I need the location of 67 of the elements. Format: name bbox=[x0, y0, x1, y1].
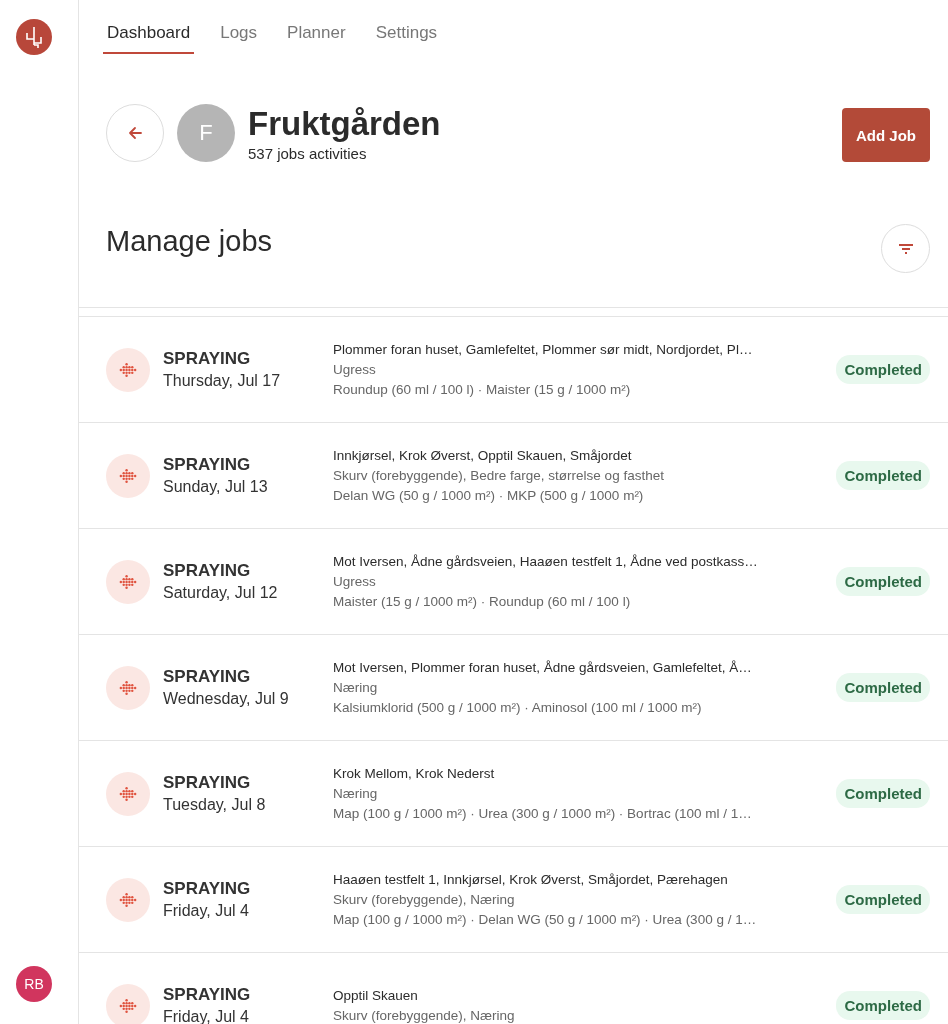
status-badge: Completed bbox=[836, 567, 930, 596]
job-date: Sunday, Jul 13 bbox=[163, 478, 269, 496]
job-date: Friday, Jul 4 bbox=[163, 902, 250, 920]
job-type: SPRAYING bbox=[163, 561, 252, 581]
status-badge: Completed bbox=[836, 355, 930, 384]
spraying-icon bbox=[106, 877, 150, 922]
status-badge: Completed bbox=[836, 885, 930, 914]
job-targets: Skurv (forebyggende), Næring bbox=[333, 890, 516, 909]
job-type: SPRAYING bbox=[163, 667, 252, 687]
nav-tab[interactable]: Dashboard bbox=[103, 20, 195, 54]
back-arrow-icon bbox=[127, 125, 143, 141]
job-type: SPRAYING bbox=[163, 773, 252, 793]
section-title: Manage jobs bbox=[106, 225, 273, 258]
spraying-icon bbox=[106, 983, 150, 1024]
job-row[interactable]: SPRAYING Tuesday, Jul 8 Krok Mellom, Krok Nederst Næring Map (100 g / 1000 m²) · Urea (300 g / 1000 m²) · Bortrac (100 ml / 1… Completed bbox=[79, 741, 948, 847]
job-targets: Skurv (forebyggende), Næring bbox=[333, 1006, 516, 1024]
nav-tab[interactable]: Planner bbox=[283, 20, 350, 54]
user-avatar[interactable]: RB bbox=[16, 966, 52, 1002]
job-fields: Krok Mellom, Krok Nederst bbox=[333, 763, 827, 784]
spraying-icon bbox=[106, 347, 150, 392]
filter-button[interactable] bbox=[881, 224, 930, 273]
job-row[interactable]: SPRAYING Saturday, Jul 12 Mot Iversen, Ådne gårdsveien, Haaøen testfelt 1, Ådne ved postkass… Ugress Maister (15 g / 1000 m²) · Roundup (60 ml / 100 l) Completed bbox=[79, 529, 948, 635]
nav-tab[interactable]: Logs bbox=[216, 20, 262, 54]
nav-tab[interactable]: Settings bbox=[371, 20, 442, 54]
job-products: Roundup (60 ml / 100 l) · Maister (15 g / 1000 m²) bbox=[333, 380, 632, 399]
job-fields: Innkjørsel, Krok Øverst, Opptil Skauen, Småjordet bbox=[333, 445, 827, 466]
job-products: Map (100 g / 1000 m²) · Urea (300 g / 1000 m²) · Bortrac (100 ml / 1… bbox=[333, 804, 753, 823]
job-products: Kalsiumklorid (500 g / 1000 m²) · Aminosol (100 ml / 1000 m²) bbox=[333, 698, 703, 717]
spraying-icon bbox=[106, 771, 150, 816]
spraying-icon bbox=[106, 665, 150, 710]
status-badge: Completed bbox=[836, 673, 930, 702]
job-type: SPRAYING bbox=[163, 455, 252, 475]
farm-avatar: F bbox=[177, 104, 235, 162]
job-fields: Mot Iversen, Plommer foran huset, Ådne gårdsveien, Gamlefeltet, Å… bbox=[333, 657, 827, 678]
status-badge: Completed bbox=[836, 991, 930, 1020]
job-targets: Næring bbox=[333, 678, 379, 697]
job-fields: Plommer foran huset, Gamlefeltet, Plommer sør midt, Nordjordet, Pl… bbox=[333, 339, 827, 360]
job-type: SPRAYING bbox=[163, 879, 252, 899]
job-date: Tuesday, Jul 8 bbox=[163, 796, 267, 814]
job-fields: Haaøen testfelt 1, Innkjørsel, Krok Øverst, Småjordet, Pærehagen bbox=[333, 869, 827, 890]
job-targets: Ugress bbox=[333, 572, 377, 591]
job-date: Wednesday, Jul 9 bbox=[163, 690, 290, 708]
farm-name: Fruktgården bbox=[248, 104, 441, 143]
spraying-icon bbox=[106, 559, 150, 604]
spraying-icon bbox=[106, 453, 150, 498]
job-row[interactable]: SPRAYING Friday, Jul 4 Haaøen testfelt 1, Innkjørsel, Krok Øverst, Småjordet, Pærehagen Skurv (forebyggende), Næring Map (100 g / 1000 m²) · Delan WG (50 g / 1000 m²) · Urea (300 g / 1… Completed bbox=[79, 847, 948, 953]
job-type: SPRAYING bbox=[163, 985, 252, 1005]
job-products: Delan WG (50 g / 1000 m²) · MKP (500 g / 1000 m²) bbox=[333, 486, 645, 505]
job-date: Thursday, Jul 17 bbox=[163, 372, 282, 390]
job-targets: Skurv (forebyggende), Bedre farge, størrelse og fasthet bbox=[333, 466, 665, 485]
farm-subtitle: 537 jobs activities bbox=[248, 144, 368, 162]
job-fields: Opptil Skauen bbox=[333, 985, 827, 1006]
job-targets: Næring bbox=[333, 784, 379, 803]
job-fields: Mot Iversen, Ådne gårdsveien, Haaøen testfelt 1, Ådne ved postkass… bbox=[333, 551, 827, 572]
status-badge: Completed bbox=[836, 779, 930, 808]
job-date: Saturday, Jul 12 bbox=[163, 584, 279, 602]
job-row[interactable]: SPRAYING Sunday, Jul 13 Innkjørsel, Krok Øverst, Opptil Skauen, Småjordet Skurv (forebyggende), Bedre farge, størrelse og fasthet Delan WG (50 g / 1000 m²) · MKP (500 g / 1000 m²) Completed bbox=[79, 423, 948, 529]
job-targets: Ugress bbox=[333, 360, 377, 379]
job-products: Map (100 g / 1000 m²) · Delan WG (50 g / 1000 m²) · Urea (300 g / 1… bbox=[333, 910, 758, 929]
logo-icon[interactable] bbox=[16, 19, 52, 55]
job-row[interactable]: SPRAYING Wednesday, Jul 9 Mot Iversen, Plommer foran huset, Ådne gårdsveien, Gamlefeltet, Å… Næring Kalsiumklorid (500 g / 1000 m²) · Aminosol (100 ml / 1000 m²) Completed bbox=[79, 635, 948, 741]
status-badge: Completed bbox=[836, 461, 930, 490]
job-row[interactable]: SPRAYING Thursday, Jul 17 Plommer foran huset, Gamlefeltet, Plommer sør midt, Nordjordet, Pl… Ugress Roundup (60 ml / 100 l) · Maister (15 g / 1000 m²) Completed bbox=[79, 317, 948, 423]
filter-icon bbox=[897, 242, 914, 255]
job-type: SPRAYING bbox=[163, 349, 252, 369]
job-products: Maister (15 g / 1000 m²) · Roundup (60 ml / 100 l) bbox=[333, 592, 632, 611]
add-job-button[interactable]: Add Job bbox=[842, 108, 930, 162]
